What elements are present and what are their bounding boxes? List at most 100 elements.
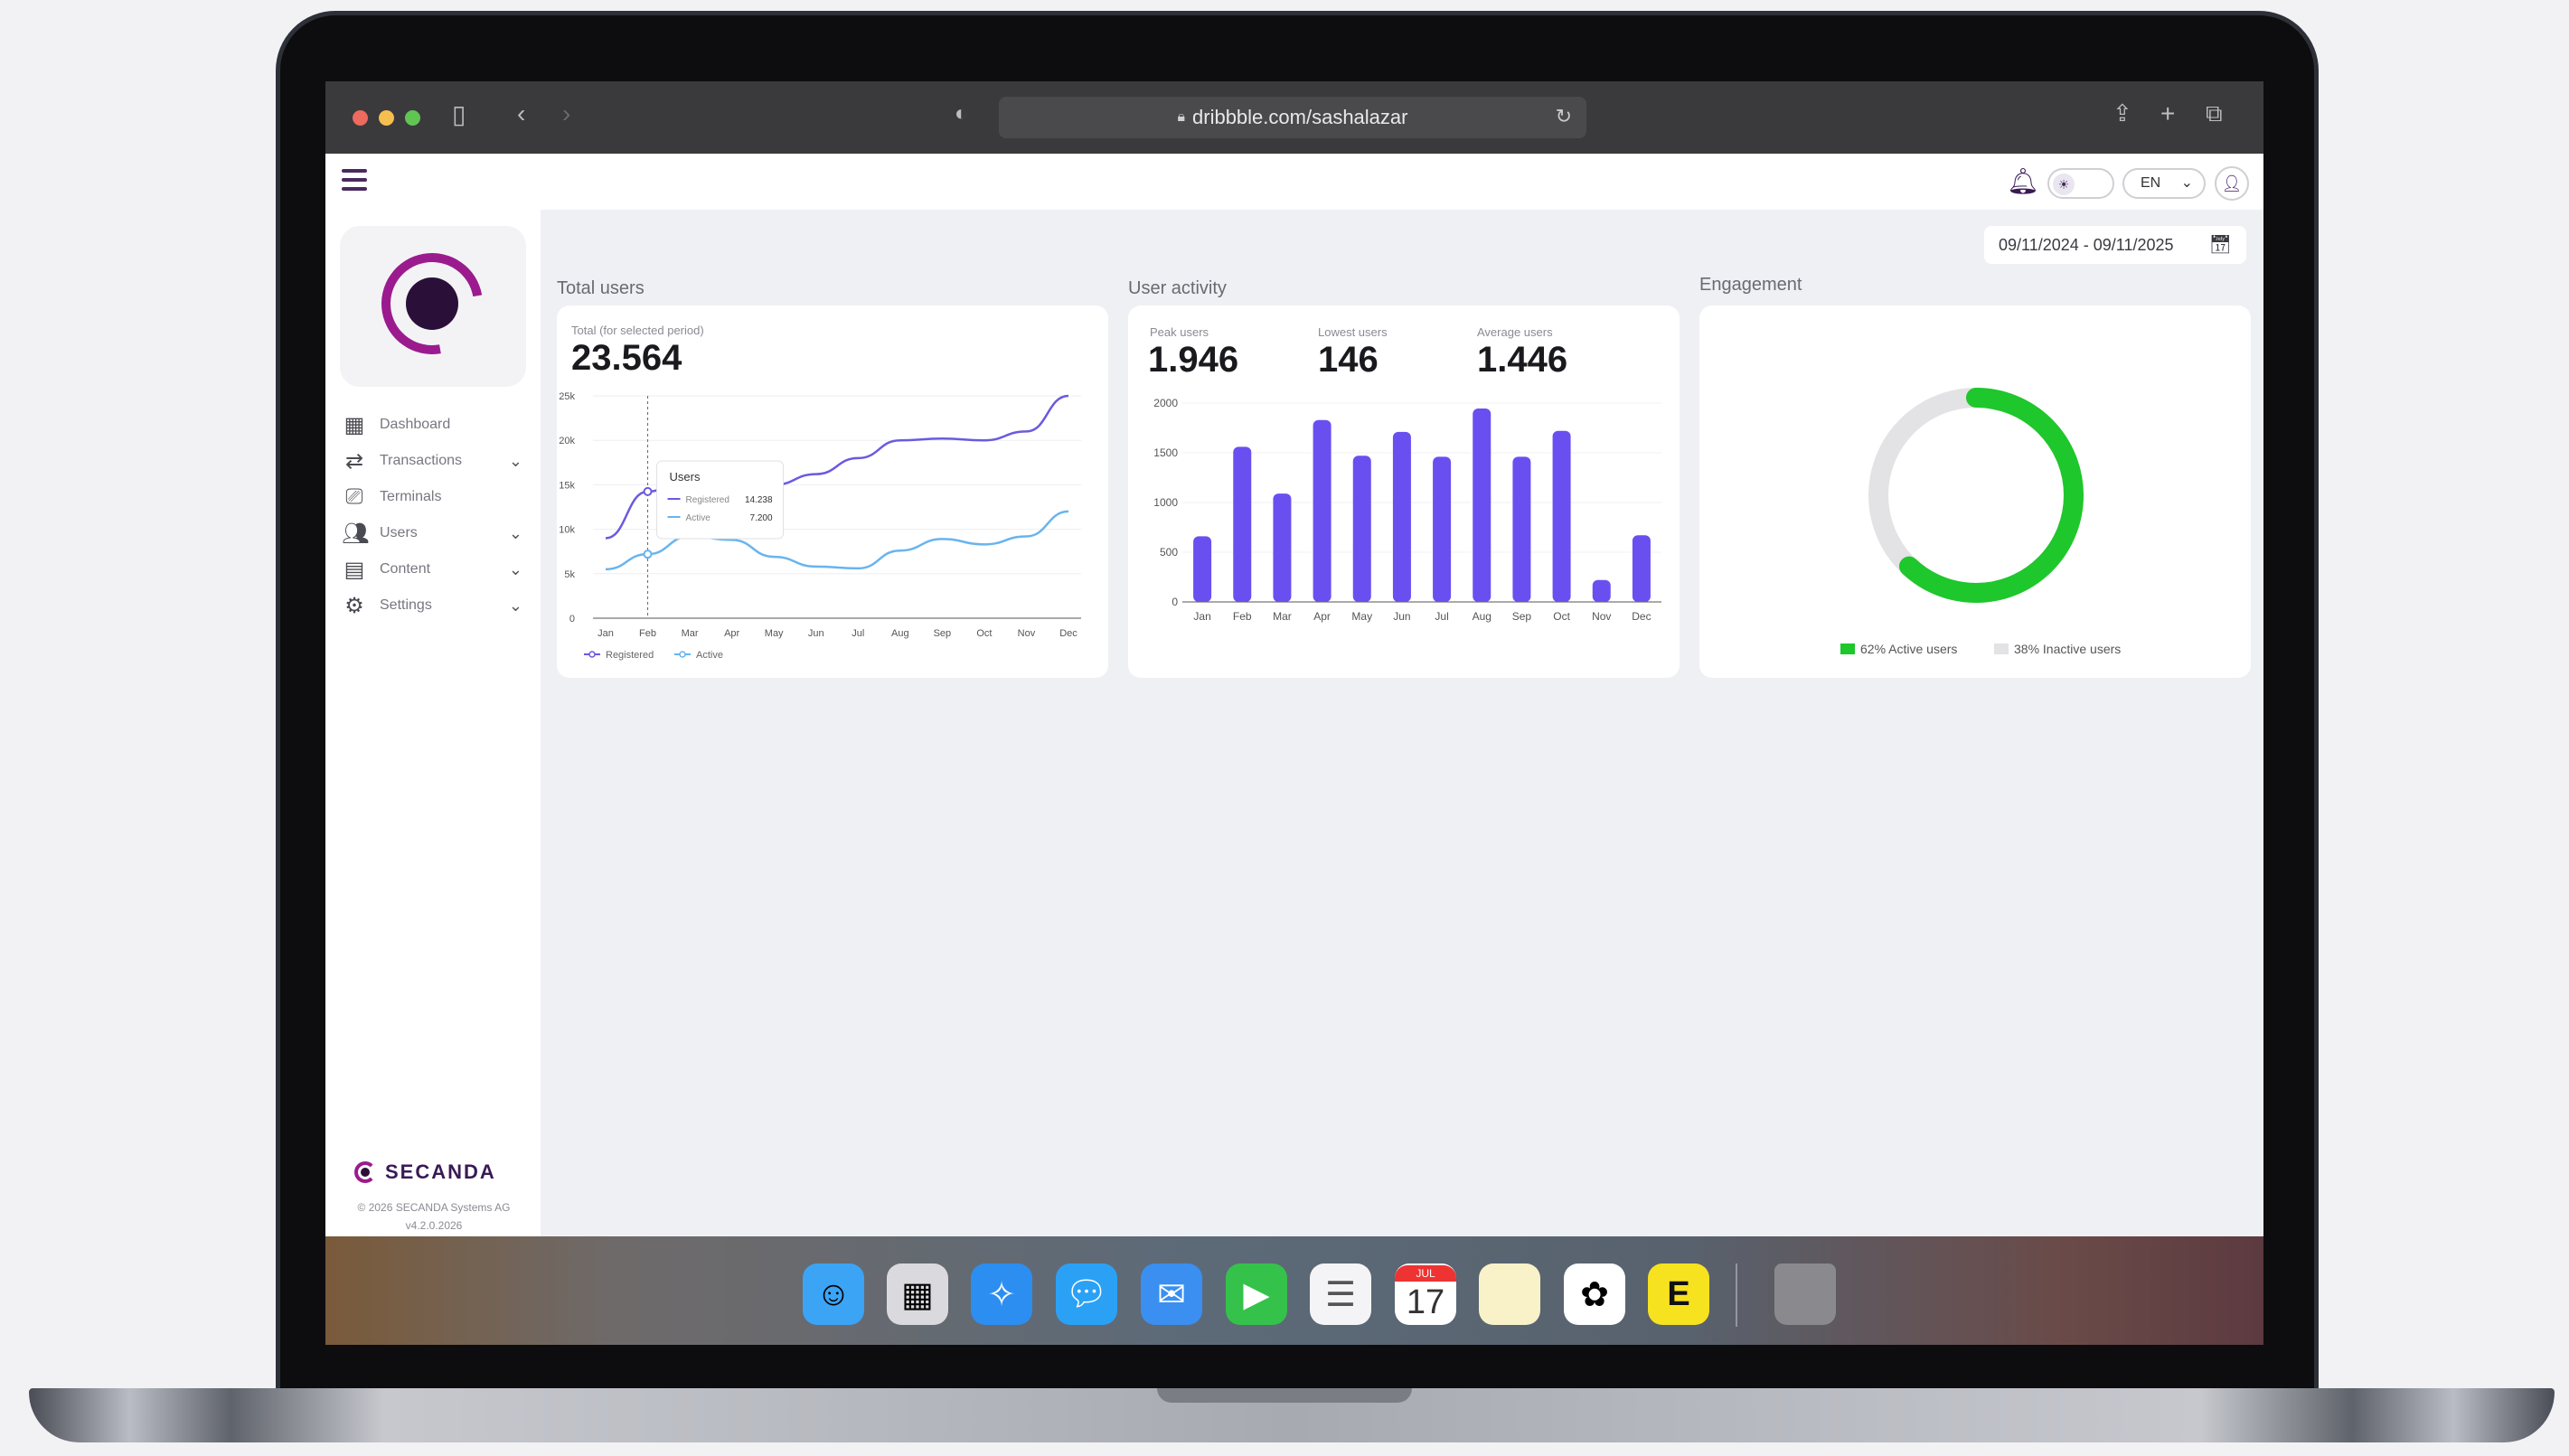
- x-tick-label: Jul: [1435, 610, 1448, 623]
- notes-icon[interactable]: [1479, 1263, 1540, 1325]
- average-users-value: 1.446: [1477, 340, 1568, 380]
- y-tick-label: 2000: [1153, 397, 1178, 409]
- url-text: dribbble.com/sashalazar: [1192, 106, 1408, 128]
- share-icon[interactable]: ⇪: [2113, 99, 2132, 127]
- legend-label: Registered: [606, 650, 654, 661]
- bell-icon[interactable]: 🔔︎: [2007, 166, 2039, 196]
- x-tick-label: Dec: [1632, 610, 1651, 623]
- close-window-button[interactable]: [353, 109, 368, 126]
- average-users-label: Average users: [1477, 325, 1553, 339]
- sidebar-item-settings[interactable]: ⚙ Settings ⌄: [342, 587, 532, 624]
- trash-icon[interactable]: [1774, 1263, 1836, 1325]
- x-tick-label: Jun: [1393, 610, 1410, 623]
- finder-icon[interactable]: ☺: [803, 1263, 864, 1325]
- back-icon[interactable]: ‹: [517, 99, 525, 128]
- logo-dot: [406, 277, 458, 330]
- total-users-title: Total users: [557, 278, 645, 298]
- bar: [1313, 419, 1332, 602]
- bar: [1512, 456, 1531, 602]
- engagement-card: 62% Active users 38% Inactive users: [1699, 305, 2251, 678]
- tab-overview-icon[interactable]: ⧉: [2206, 99, 2223, 128]
- x-tick-label: Jul: [852, 628, 864, 639]
- x-tick-label: Oct: [1553, 610, 1570, 623]
- x-tick-label: Oct: [976, 628, 992, 639]
- sidebar-item-label: Settings: [380, 597, 432, 613]
- sidebar-item-terminals[interactable]: ⎚ Terminals: [342, 479, 532, 515]
- chevron-down-icon: ⌄: [2180, 175, 2193, 191]
- dock: ☺ ▦ ✧ 💬︎ ✉ ▶ ☰ JUL 17 ✿ E: [325, 1236, 2263, 1345]
- mail-icon[interactable]: ✉: [1141, 1263, 1202, 1325]
- tooltip-row-value: 14.238: [745, 495, 773, 505]
- minimize-window-button[interactable]: [379, 109, 394, 126]
- x-tick-label: Apr: [724, 628, 739, 639]
- safari-icon[interactable]: ✧: [971, 1263, 1032, 1325]
- engagement-title: Engagement: [1699, 275, 1802, 295]
- brand-mark-icon: [354, 1161, 376, 1183]
- legend-marker: [679, 651, 686, 658]
- user-profile-icon[interactable]: 👤︎: [2215, 166, 2249, 201]
- messages-icon[interactable]: 💬︎: [1056, 1263, 1117, 1325]
- x-tick-label: Mar: [1273, 610, 1292, 623]
- dock-separator: [1736, 1263, 1737, 1327]
- zoom-window-button[interactable]: [405, 109, 420, 126]
- brand-logo: SECANDA: [354, 1160, 496, 1184]
- copyright-text: © 2026 SECANDA Systems AG: [357, 1201, 511, 1214]
- x-tick-label: Apr: [1313, 610, 1331, 623]
- calendar-icon: 📅︎: [2208, 235, 2232, 255]
- user-activity-card: Peak users 1.946 Lowest users 146 Averag…: [1128, 305, 1680, 678]
- bar: [1352, 456, 1371, 602]
- sidebar: ▦ Dashboard ⇄ Transactions ⌄ ⎚ Terminals…: [325, 210, 541, 1236]
- version-text: v4.2.0.2026: [405, 1219, 463, 1232]
- sidebar-item-dashboard[interactable]: ▦ Dashboard: [342, 407, 532, 443]
- launchpad-icon[interactable]: ▦: [887, 1263, 948, 1325]
- tooltip-row-label: Active: [686, 513, 711, 523]
- x-tick-label: Sep: [934, 628, 952, 639]
- app-header: 🔔︎ ☀ EN ⌄ 👤︎: [325, 154, 2263, 210]
- sidebar-item-label: Transactions: [380, 453, 462, 468]
- sidebar-item-content[interactable]: ▤ Content ⌄: [342, 551, 532, 587]
- y-tick-label: 20k: [559, 436, 575, 446]
- calendar-app-day: 17: [1406, 1283, 1445, 1321]
- legend-label: 62% Active users: [1860, 642, 1957, 656]
- bar: [1392, 431, 1411, 602]
- date-range-value: 09/11/2024 - 09/11/2025: [1999, 236, 2174, 254]
- tooltip-row-value: 7.200: [750, 513, 773, 523]
- date-range-picker[interactable]: 09/11/2024 - 09/11/2025 📅︎: [1984, 226, 2246, 264]
- logo[interactable]: [340, 226, 526, 387]
- y-tick-label: 0: [1172, 596, 1178, 608]
- tooltip-row-label: Registered: [686, 495, 729, 505]
- bar: [1433, 456, 1452, 602]
- reminders-icon[interactable]: ☰: [1310, 1263, 1371, 1325]
- language-select[interactable]: EN ⌄: [2122, 168, 2206, 199]
- photos-icon[interactable]: ✿: [1564, 1263, 1625, 1325]
- shield-icon[interactable]: ◐: [955, 101, 968, 127]
- app-e-icon[interactable]: E: [1648, 1263, 1709, 1325]
- peak-users-value: 1.946: [1148, 340, 1239, 380]
- url-bar[interactable]: 🔒︎ dribbble.com/sashalazar ↻: [999, 97, 1586, 138]
- x-tick-label: Mar: [682, 628, 699, 639]
- menu-icon[interactable]: [342, 169, 367, 193]
- facetime-icon[interactable]: ▶: [1226, 1263, 1287, 1325]
- theme-toggle[interactable]: ☀: [2047, 168, 2114, 199]
- forward-icon[interactable]: ›: [562, 99, 570, 128]
- x-tick-label: Aug: [1473, 610, 1492, 623]
- browser-toolbar: ▯ ‹ › ◐ 🔒︎ dribbble.com/sashalazar ↻ ⇪ +…: [325, 81, 2263, 154]
- x-tick-label: Jan: [598, 628, 614, 639]
- language-value: EN: [2141, 175, 2161, 191]
- x-tick-label: May: [1351, 610, 1372, 623]
- x-tick-label: Aug: [891, 628, 909, 639]
- x-tick-label: Nov: [1018, 628, 1036, 639]
- calendar-app-icon[interactable]: JUL 17: [1395, 1263, 1456, 1325]
- x-tick-label: Dec: [1059, 628, 1077, 639]
- sidebar-item-transactions[interactable]: ⇄ Transactions ⌄: [342, 443, 532, 479]
- reload-icon[interactable]: ↻: [1556, 105, 1572, 128]
- bar: [1552, 430, 1571, 602]
- sidebar-toggle-icon[interactable]: ▯: [452, 99, 466, 129]
- chevron-down-icon: ⌄: [508, 523, 522, 542]
- sidebar-item-users[interactable]: 👥︎ Users ⌄: [342, 515, 532, 551]
- hover-point-active: [643, 550, 653, 559]
- lock-icon: 🔒︎: [1177, 109, 1186, 125]
- y-tick-label: 25k: [559, 391, 575, 402]
- new-tab-icon[interactable]: +: [2160, 99, 2175, 128]
- copyright: © 2026 SECANDA Systems AG v4.2.0.2026: [334, 1198, 533, 1235]
